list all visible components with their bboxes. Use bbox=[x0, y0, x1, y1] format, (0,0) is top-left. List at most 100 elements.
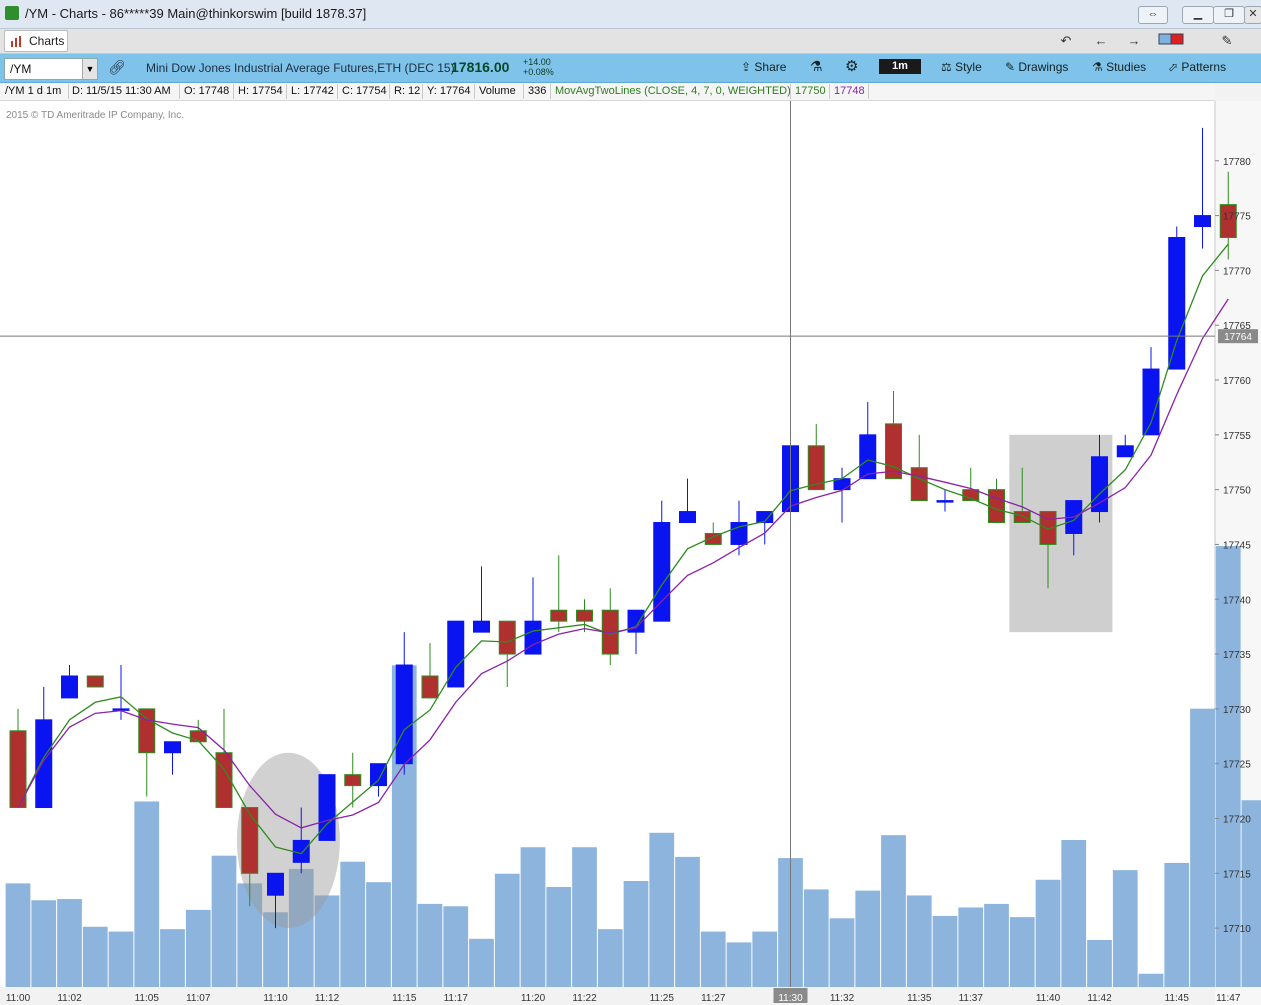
volume-bar bbox=[443, 906, 469, 987]
volume-bar bbox=[752, 931, 778, 987]
candle-body bbox=[679, 511, 696, 524]
candle-body bbox=[395, 664, 413, 765]
volume-bar bbox=[597, 929, 623, 987]
info-strip: /YM 1 d 1m D: 11/5/15 11:30 AM O: 17748 … bbox=[0, 83, 1215, 101]
symbol-value: /YM bbox=[10, 62, 32, 76]
y-tick-label: 17730 bbox=[1223, 705, 1251, 716]
last-price: 17816.00 bbox=[451, 59, 510, 75]
volume-bar bbox=[700, 931, 726, 987]
volume-bar bbox=[1009, 917, 1035, 987]
arrow-right-icon[interactable]: → bbox=[1123, 32, 1145, 50]
y-tick-label: 17770 bbox=[1223, 266, 1251, 277]
x-tick-label: 11:30 bbox=[778, 993, 803, 1004]
volume-bar bbox=[984, 903, 1009, 987]
volume-bar bbox=[958, 907, 984, 987]
candle-body bbox=[936, 500, 954, 503]
undo-icon[interactable]: ↶ bbox=[1055, 32, 1077, 50]
info-range: R: 12 bbox=[394, 85, 421, 97]
candle-body bbox=[988, 489, 1005, 524]
volume-bar bbox=[1061, 840, 1087, 987]
x-tick-label: 11:32 bbox=[830, 993, 855, 1004]
x-tick-label: 11:42 bbox=[1087, 993, 1112, 1004]
style-button[interactable]: ⚖ Style bbox=[941, 60, 982, 74]
x-tick-label: 11:02 bbox=[57, 993, 82, 1004]
info-y: Y: 17764 bbox=[427, 85, 471, 97]
volume-bar bbox=[1164, 862, 1190, 987]
copyright-text: 2015 © TD Ameritrade IP Company, Inc. bbox=[6, 110, 184, 121]
chart-toolbar: /YM ▼ 🔗︎ Mini Dow Jones Industrial Avera… bbox=[0, 54, 1261, 83]
y-tick-label: 17780 bbox=[1223, 157, 1251, 168]
candle-body bbox=[524, 620, 542, 655]
layout-color-icon[interactable] bbox=[1158, 32, 1184, 50]
y-tick-label: 17745 bbox=[1223, 540, 1251, 551]
volume-bar bbox=[82, 926, 108, 987]
candle-body bbox=[550, 609, 568, 622]
tab-charts[interactable]: Charts bbox=[4, 30, 68, 52]
volume-bar bbox=[649, 832, 675, 987]
back-forward-button[interactable]: ⇔ bbox=[1138, 6, 1168, 24]
chevron-down-icon[interactable]: ▼ bbox=[82, 59, 97, 79]
pin-icon[interactable]: ✎ bbox=[1216, 32, 1238, 50]
patterns-button[interactable]: ⬀ Patterns bbox=[1168, 60, 1226, 74]
gear-icon[interactable]: ⚙ bbox=[845, 57, 858, 75]
info-open: O: 17748 bbox=[184, 85, 230, 97]
candle-body bbox=[473, 620, 490, 633]
volume-bar bbox=[1241, 800, 1261, 987]
volume-bar bbox=[211, 855, 237, 987]
x-tick-label: 11:45 bbox=[1165, 993, 1190, 1004]
net-change-value: +14.00 bbox=[523, 57, 551, 67]
arrow-left-icon[interactable]: ← bbox=[1090, 32, 1112, 50]
info-volume: 336 bbox=[528, 85, 547, 97]
info-close: C: 17754 bbox=[342, 85, 387, 97]
candle-body bbox=[1116, 445, 1134, 458]
price-chart[interactable]: 17764 17710 17715 17720 17725 17730 17735 1774… bbox=[0, 101, 1261, 1005]
volume-bar bbox=[855, 890, 881, 987]
candle-body bbox=[344, 774, 362, 787]
minimize-button[interactable]: ▁ bbox=[1182, 6, 1214, 24]
candle-body bbox=[138, 708, 156, 754]
time-axis: 11:00 11:02 11:05 11:07 11:10 11:12 11:15 11:17… bbox=[0, 987, 1241, 1005]
x-tick-label: 11:10 bbox=[263, 993, 288, 1004]
volume-bar bbox=[726, 942, 752, 987]
y-tick-label: 17720 bbox=[1223, 814, 1251, 825]
candle-body bbox=[1194, 215, 1211, 228]
x-tick-label: 11:35 bbox=[907, 993, 932, 1004]
net-change: +14.00 +0.08% bbox=[523, 57, 554, 77]
volume-bar bbox=[1112, 870, 1138, 987]
patterns-label: Patterns bbox=[1181, 60, 1227, 74]
restore-button[interactable]: ❐ bbox=[1213, 6, 1245, 24]
x-tick-label: 11:00 bbox=[6, 993, 31, 1004]
share-button[interactable]: ⇪ Share bbox=[741, 60, 786, 74]
flask-icon[interactable]: ⚗ bbox=[810, 58, 823, 75]
x-tick-label: 11:05 bbox=[135, 993, 160, 1004]
aggregation-button[interactable]: 1m bbox=[879, 59, 921, 74]
x-tick-label: 11:15 bbox=[392, 993, 417, 1004]
candle-body bbox=[859, 434, 877, 480]
drawings-button[interactable]: ✎ Drawings bbox=[1005, 60, 1068, 74]
candle-body bbox=[61, 675, 78, 699]
volume-bar bbox=[1190, 708, 1215, 987]
pct-change-value: +0.08% bbox=[523, 67, 554, 77]
volume-bar bbox=[829, 918, 855, 987]
candle-body bbox=[576, 609, 593, 622]
volume-bar bbox=[881, 835, 906, 987]
candle-body bbox=[86, 675, 104, 688]
volume-bar bbox=[366, 882, 391, 987]
volume-bar bbox=[160, 929, 185, 987]
x-tick-label: 11:12 bbox=[315, 993, 340, 1004]
studies-button[interactable]: ⚗ Studies bbox=[1092, 60, 1146, 74]
drawings-label: Drawings bbox=[1018, 60, 1069, 74]
tab-charts-label: Charts bbox=[29, 34, 65, 48]
x-tick-label: 11:17 bbox=[444, 993, 469, 1004]
candle-body bbox=[498, 620, 516, 655]
close-button[interactable]: ✕ bbox=[1244, 6, 1261, 24]
link-icon[interactable]: 🔗︎ bbox=[108, 59, 126, 76]
candle-body bbox=[885, 423, 902, 480]
info-study-value-fast: 17750 bbox=[795, 85, 826, 97]
title-bar: /YM - Charts - 86*****39 Main@thinkorswi… bbox=[0, 0, 1261, 29]
y-tick-label: 17735 bbox=[1223, 650, 1251, 661]
info-symbol-period: /YM 1 d 1m bbox=[5, 85, 62, 97]
x-tick-label: 11:47 bbox=[1216, 993, 1241, 1004]
candle-body bbox=[35, 719, 53, 809]
symbol-input[interactable]: /YM ▼ bbox=[4, 58, 98, 80]
